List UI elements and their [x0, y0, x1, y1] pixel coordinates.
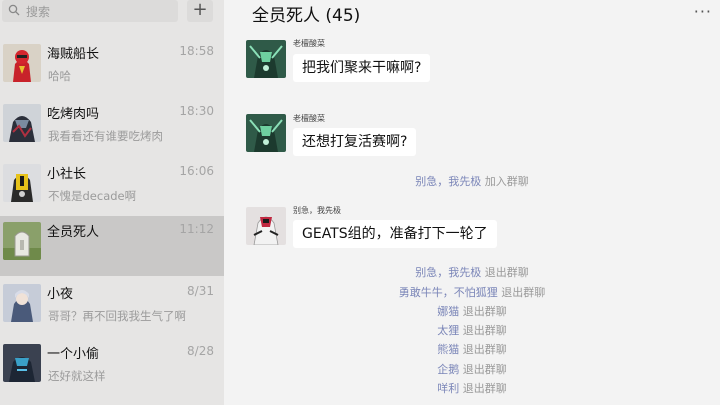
message-sender: 老檀酸菜	[293, 114, 325, 123]
system-user-name[interactable]: 太狸	[437, 324, 459, 337]
system-user-name[interactable]: 别急，我先极	[415, 266, 481, 279]
system-user-name[interactable]: 企鹅	[437, 363, 459, 376]
system-message: 咩利 退出群聊	[224, 380, 720, 396]
chat-time: 8/31	[187, 284, 214, 298]
message-bubble[interactable]: 把我们聚来干嘛啊?	[293, 54, 431, 82]
system-user-name[interactable]: 娜猫	[437, 305, 459, 318]
message-bubble[interactable]: GEATS组的，准备打下一轮了	[293, 220, 497, 248]
chat-preview: 不愧是decade啊	[48, 189, 137, 203]
chat-time: 8/28	[187, 344, 214, 358]
system-user-name[interactable]: 勇敢牛牛，不怕狐狸	[399, 286, 498, 299]
chat-preview: 我看看还有谁要吃烤肉	[48, 129, 163, 143]
more-options-button[interactable]: ···	[694, 2, 712, 21]
system-message: 娜猫 退出群聊	[224, 303, 720, 319]
chat-preview: 还好就这样	[48, 369, 106, 383]
chat-title: 全员死人 (45)	[252, 6, 361, 26]
system-action: 退出群聊	[484, 266, 529, 279]
chat-time: 18:58	[179, 44, 214, 58]
chat-list-item[interactable]: 全员死人 11:12	[0, 216, 224, 276]
message-bubble[interactable]: 还想打复活赛啊?	[293, 128, 417, 156]
system-message: 别急，我先极 加入群聊	[224, 173, 720, 189]
chat-time: 16:06	[179, 164, 214, 178]
system-message: 勇敢牛牛，不怕狐狸 退出群聊	[224, 284, 720, 300]
chat-list-item[interactable]: 海贼船长 18:58 哈哈	[0, 38, 224, 98]
avatar	[3, 164, 41, 202]
chat-name: 吃烤肉吗	[47, 107, 100, 122]
system-action: 退出群聊	[462, 343, 507, 356]
system-message: 企鹅 退出群聊	[224, 361, 720, 377]
avatar	[3, 44, 41, 82]
system-action: 退出群聊	[462, 324, 507, 337]
chat-name: 小社长	[47, 167, 87, 182]
search-icon	[8, 4, 20, 16]
system-action: 退出群聊	[462, 382, 507, 395]
chat-list-item[interactable]: 吃烤肉吗 18:30 我看看还有谁要吃烤肉	[0, 98, 224, 158]
chat-time: 18:30	[179, 104, 214, 118]
sidebar: 搜索 + 海贼船长 18:58 哈哈 吃烤肉吗 18:30 我看看还有谁要吃烤肉…	[0, 0, 224, 405]
chat-panel: 全员死人 (45) ··· 老檀酸菜 把我们聚来干嘛啊? 老檀酸菜 还想打复活赛…	[224, 0, 720, 405]
message-avatar[interactable]	[246, 40, 286, 78]
chat-name: 小夜	[47, 287, 74, 302]
chat-name: 海贼船长	[47, 47, 100, 62]
system-message: 太狸 退出群聊	[224, 322, 720, 338]
chat-name: 一个小偷	[47, 347, 100, 362]
message-avatar[interactable]	[246, 207, 286, 245]
chat-time: 11:12	[179, 222, 214, 236]
chat-name: 全员死人	[47, 225, 100, 240]
system-user-name[interactable]: 咩利	[437, 382, 459, 395]
system-message: 别急，我先极 退出群聊	[224, 264, 720, 280]
search-placeholder: 搜索	[26, 5, 51, 19]
chat-list-item[interactable]: 小夜 8/31 哥哥？再不回我我生气了啊	[0, 278, 224, 338]
chat-preview: 哥哥？再不回我我生气了啊	[48, 309, 186, 323]
message-sender: 老檀酸菜	[293, 39, 325, 48]
system-action: 退出群聊	[462, 305, 507, 318]
message-sender: 别急，我先极	[293, 206, 341, 215]
chat-preview: 哈哈	[48, 69, 71, 83]
system-action: 退出群聊	[462, 363, 507, 376]
avatar	[3, 344, 41, 382]
system-message: 熊猫 退出群聊	[224, 341, 720, 357]
system-user-name[interactable]: 别急，我先极	[415, 175, 481, 188]
avatar	[3, 284, 41, 322]
search-row: 搜索 +	[0, 0, 224, 30]
chat-list-item[interactable]: 小社长 16:06 不愧是decade啊	[0, 158, 224, 218]
system-user-name[interactable]: 熊猫	[437, 343, 459, 356]
add-chat-button[interactable]: +	[187, 0, 213, 22]
avatar	[3, 222, 41, 260]
search-input[interactable]: 搜索	[2, 0, 178, 22]
avatar	[3, 104, 41, 142]
message-avatar[interactable]	[246, 114, 286, 152]
system-action: 退出群聊	[501, 286, 546, 299]
system-action: 加入群聊	[484, 175, 529, 188]
chat-list-item[interactable]: 一个小偷 8/28 还好就这样	[0, 338, 224, 398]
